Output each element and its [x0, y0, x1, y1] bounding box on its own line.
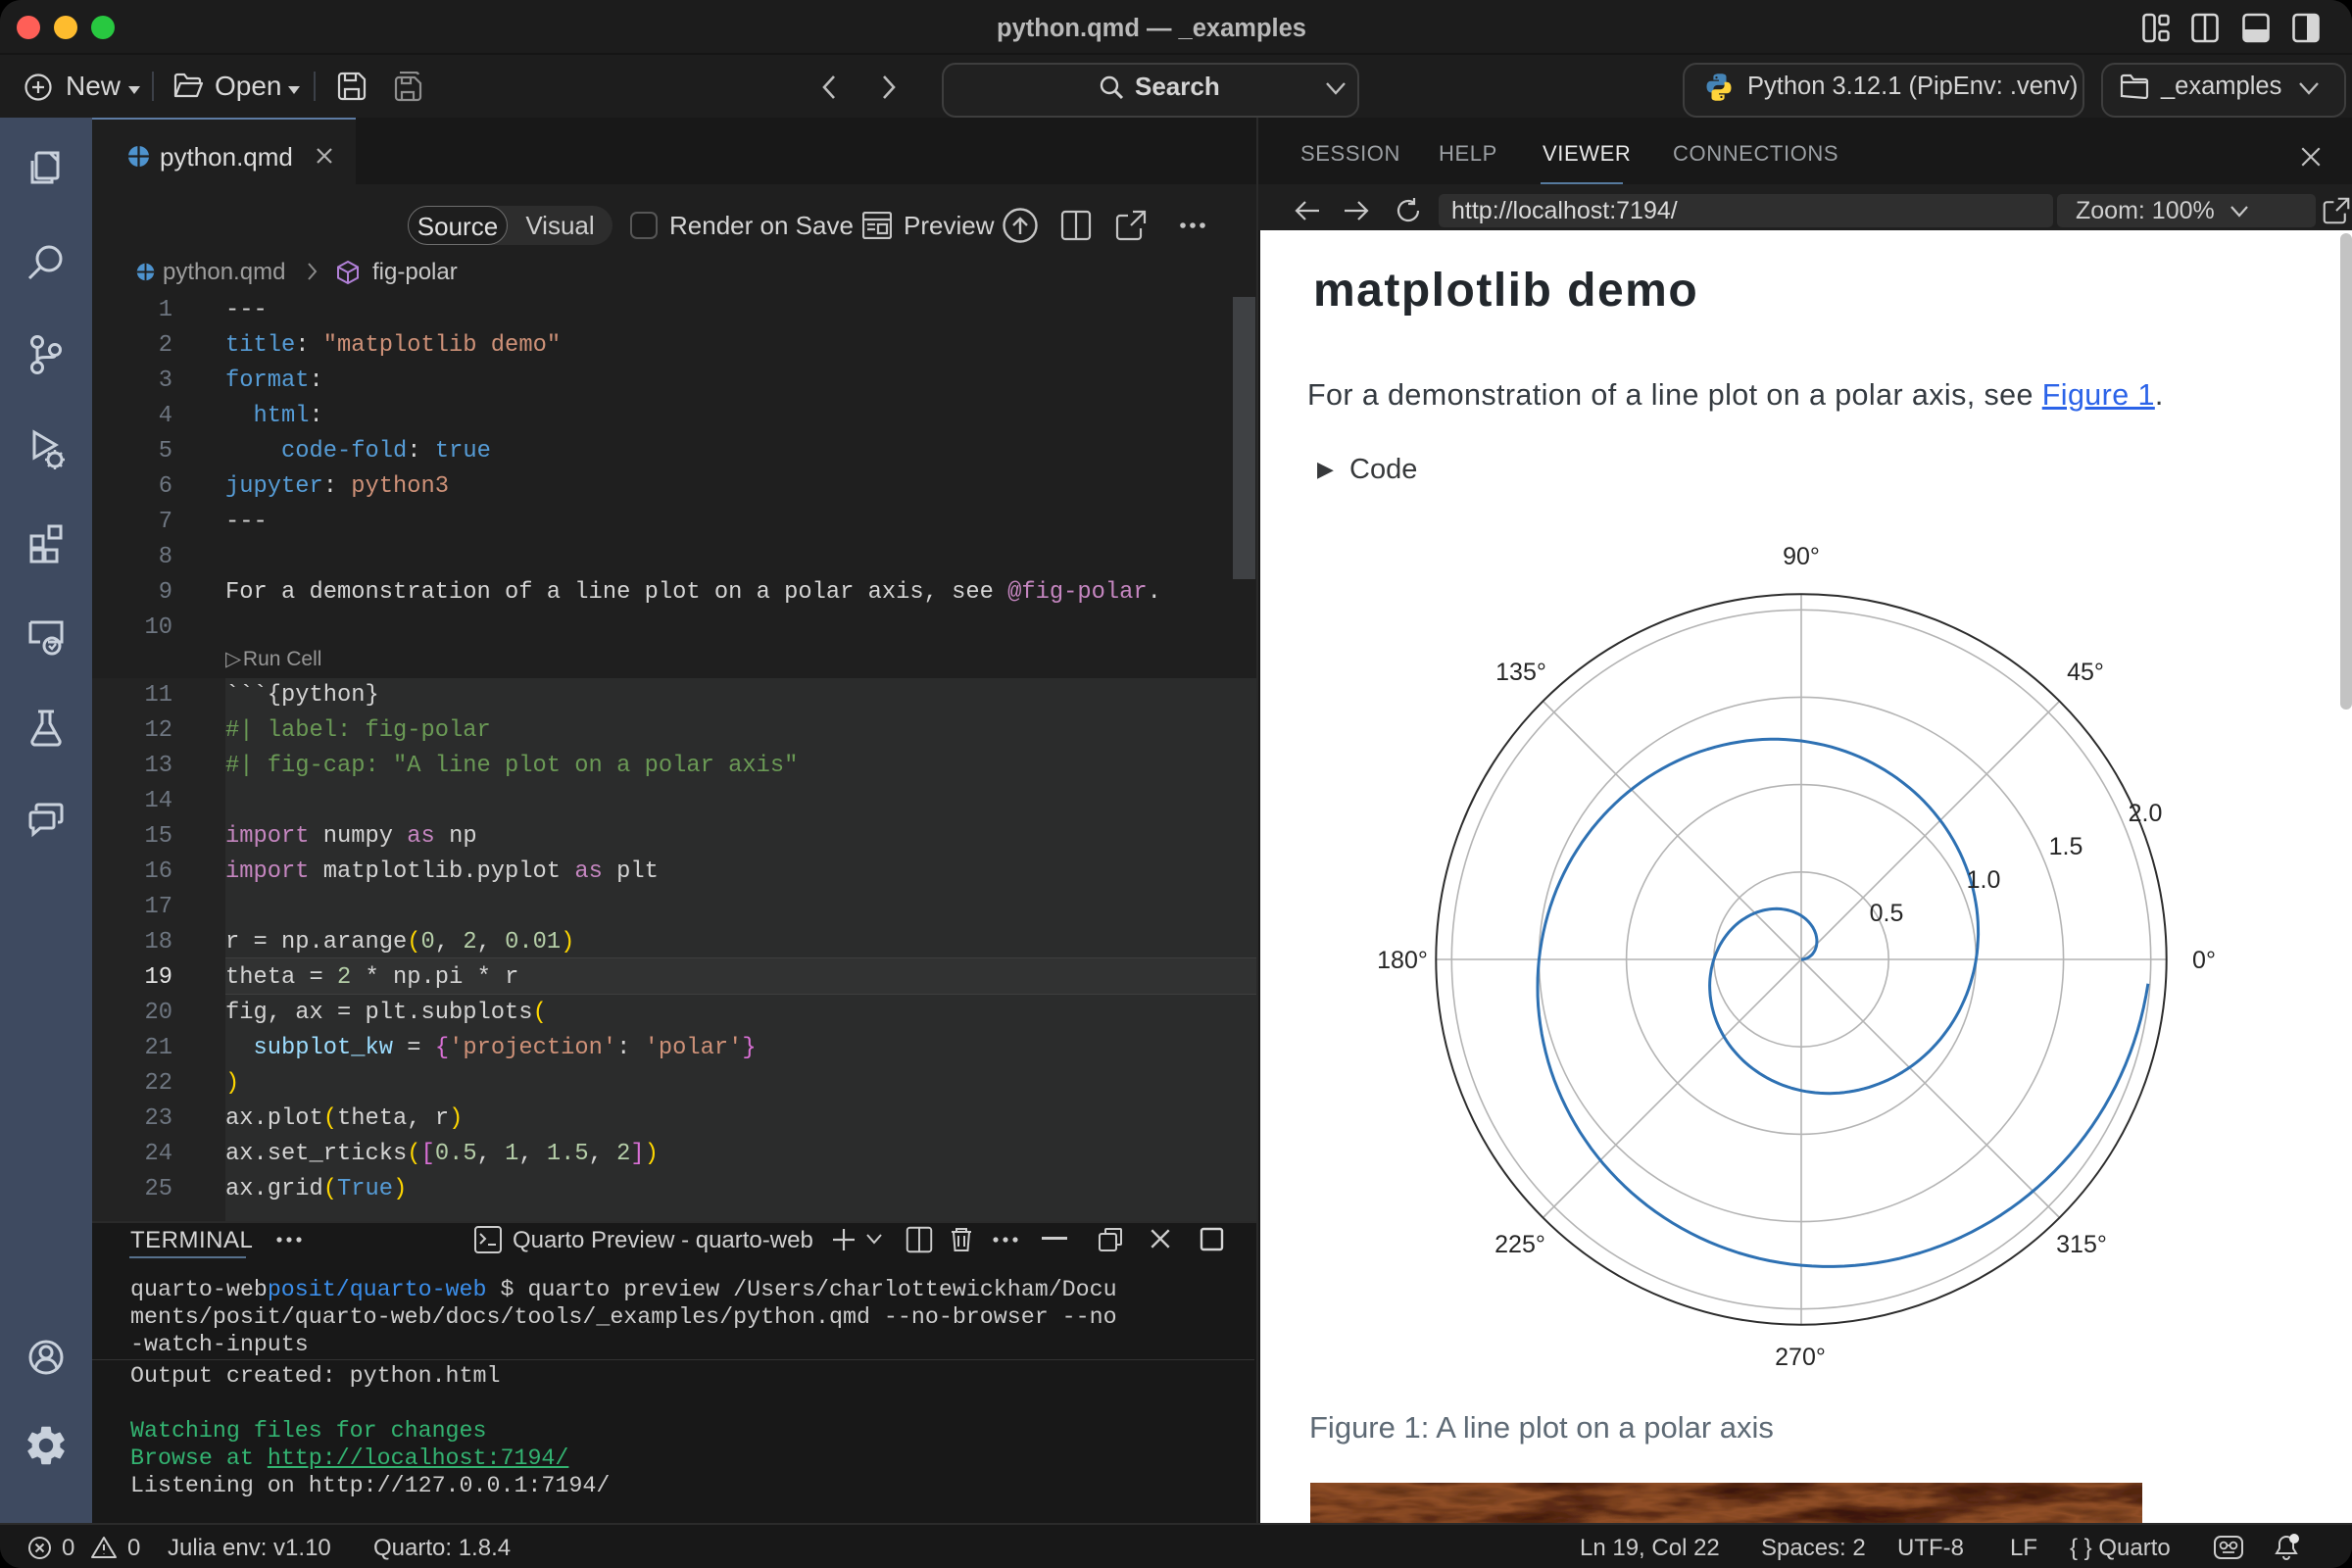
svg-text:1.5: 1.5 — [2049, 833, 2083, 860]
svg-text:0°: 0° — [2192, 947, 2216, 974]
svg-text:270°: 270° — [1775, 1344, 1826, 1371]
svg-text:2.0: 2.0 — [2129, 800, 2163, 827]
svg-text:135°: 135° — [1495, 659, 1546, 686]
svg-text:315°: 315° — [2056, 1231, 2107, 1258]
svg-text:0.5: 0.5 — [1870, 900, 1904, 927]
svg-text:45°: 45° — [2067, 659, 2104, 686]
svg-text:1.0: 1.0 — [1967, 866, 2001, 894]
svg-text:180°: 180° — [1377, 947, 1428, 974]
svg-text:225°: 225° — [1494, 1231, 1545, 1258]
svg-text:90°: 90° — [1783, 543, 1820, 570]
